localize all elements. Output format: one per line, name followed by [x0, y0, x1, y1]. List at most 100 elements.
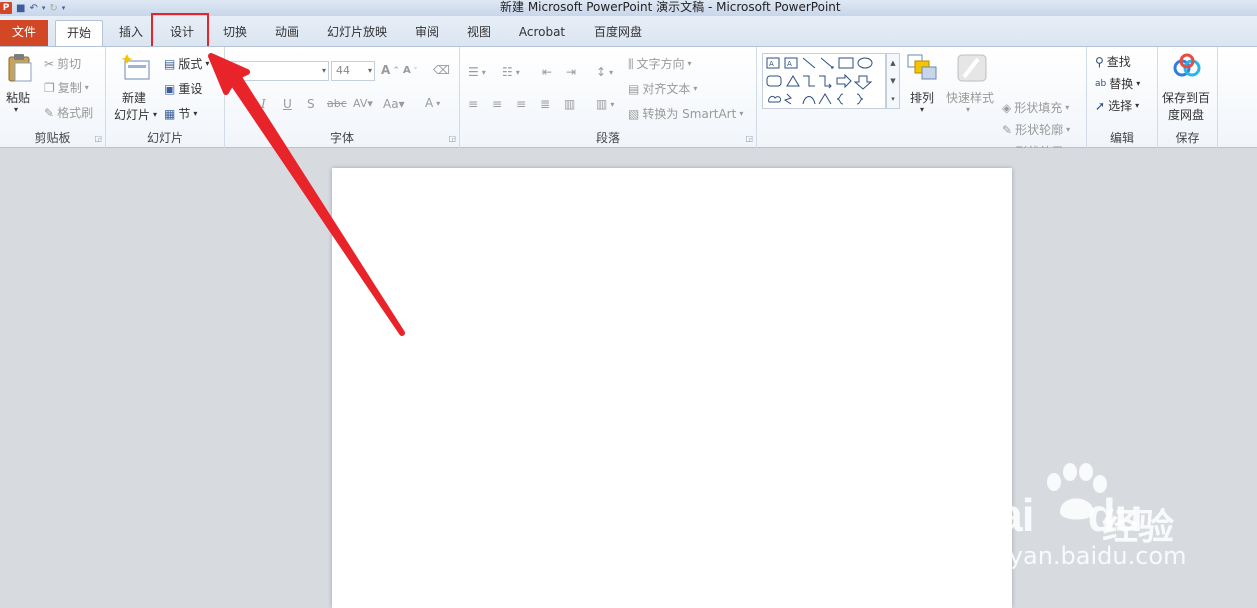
- paste-button[interactable]: 粘贴: [6, 89, 30, 106]
- font-color-icon[interactable]: A ▾: [425, 96, 440, 110]
- quick-styles-dropdown-icon[interactable]: ▾: [966, 105, 970, 114]
- italic-icon[interactable]: I: [261, 97, 266, 111]
- copy-button[interactable]: ❐ 复制 ▾: [44, 79, 89, 96]
- tab-transitions[interactable]: 切换: [214, 20, 256, 46]
- replace-dropdown-icon[interactable]: ▾: [1136, 79, 1140, 88]
- shapes-gallery[interactable]: A A: [762, 53, 886, 109]
- gallery-more-icon[interactable]: ▾: [891, 95, 895, 103]
- underline-icon[interactable]: U: [283, 97, 292, 111]
- smartart-dropdown-icon[interactable]: ▾: [739, 109, 743, 118]
- shape-outline-dropdown-icon[interactable]: ▾: [1066, 125, 1070, 134]
- powerpoint-logo-icon[interactable]: P: [0, 2, 12, 14]
- select-button[interactable]: ➚ 选择 ▾: [1095, 97, 1139, 114]
- decrease-indent-icon[interactable]: ⇤: [542, 65, 552, 79]
- save-baidu-label-1[interactable]: 保存到百: [1162, 89, 1210, 106]
- customize-qat-icon[interactable]: ▾: [62, 4, 66, 12]
- tab-view[interactable]: 视图: [458, 20, 500, 46]
- tab-home[interactable]: 开始: [55, 20, 103, 46]
- paste-icon[interactable]: [6, 53, 34, 86]
- baidu-cloud-icon[interactable]: [1172, 53, 1202, 84]
- reset-label: 重设: [178, 82, 203, 96]
- new-slide-dropdown-icon[interactable]: ▾: [153, 110, 157, 119]
- find-button[interactable]: ⚲ 查找: [1095, 53, 1131, 70]
- undo-icon[interactable]: ↶: [29, 3, 37, 14]
- distributed-icon[interactable]: ▥: [564, 97, 575, 111]
- layout-button[interactable]: ▤ 版式 ▾: [164, 55, 209, 72]
- align-left-icon[interactable]: ≡: [468, 97, 478, 111]
- shape-fill-dropdown-icon[interactable]: ▾: [1065, 103, 1069, 112]
- undo-dropdown-icon[interactable]: ▾: [42, 4, 46, 12]
- group-font: ▾ 44 ▾ A ^ Aˇ ⌫ I U S abc AV▾ Aa▾ A ▾ 字体 ◲: [225, 47, 460, 148]
- gallery-up-icon[interactable]: ▲: [890, 59, 895, 67]
- new-slide-icon[interactable]: [120, 53, 152, 86]
- format-painter-button[interactable]: ✎ 格式刷: [44, 104, 93, 121]
- arrange-icon[interactable]: [906, 53, 938, 86]
- increase-indent-icon[interactable]: ⇥: [566, 65, 576, 79]
- reset-button[interactable]: ▣ 重设: [164, 80, 202, 97]
- justify-icon[interactable]: ≣: [540, 97, 550, 111]
- shapes-gallery-scrollbar[interactable]: ▲ ▼ ▾: [886, 53, 900, 109]
- tab-acrobat[interactable]: Acrobat: [510, 20, 574, 46]
- char-spacing-icon[interactable]: AV▾: [353, 97, 373, 110]
- columns-icon[interactable]: ▥ ▾: [596, 97, 614, 111]
- clipboard-launcher-icon[interactable]: ◲: [94, 134, 102, 143]
- group-label-clipboard: 剪贴板: [34, 131, 71, 145]
- svg-text:A: A: [787, 60, 792, 68]
- new-slide-label-1[interactable]: 新建: [122, 89, 146, 106]
- align-right-icon[interactable]: ≡: [516, 97, 526, 111]
- select-dropdown-icon[interactable]: ▾: [1135, 101, 1139, 110]
- font-name-combobox[interactable]: ▾: [231, 61, 329, 81]
- save-icon[interactable]: ■: [16, 3, 25, 14]
- text-direction-icon: ⫼: [628, 56, 634, 71]
- copy-dropdown-icon[interactable]: ▾: [85, 83, 89, 92]
- font-size-combobox[interactable]: 44 ▾: [331, 61, 375, 81]
- group-label-save: 保存: [1175, 131, 1200, 145]
- new-slide-button[interactable]: 幻灯片 ▾: [114, 106, 157, 123]
- shape-outline-button[interactable]: ✎ 形状轮廓 ▾: [1002, 121, 1070, 138]
- replace-button[interactable]: ab 替换 ▾: [1095, 75, 1140, 92]
- section-dropdown-icon[interactable]: ▾: [193, 109, 197, 118]
- align-center-icon[interactable]: ≡: [492, 97, 502, 111]
- select-label: 选择: [1108, 99, 1133, 113]
- quick-styles-icon[interactable]: [956, 53, 988, 86]
- line-spacing-icon[interactable]: ↕ ▾: [596, 65, 613, 79]
- shadow-icon[interactable]: S: [307, 97, 315, 111]
- format-painter-label: 格式刷: [57, 106, 94, 120]
- tab-slideshow[interactable]: 幻灯片放映: [318, 20, 396, 46]
- brush-icon: ✎: [44, 105, 55, 120]
- paragraph-launcher-icon[interactable]: ◲: [745, 134, 753, 143]
- tab-file[interactable]: 文件: [0, 20, 48, 46]
- arrange-dropdown-icon[interactable]: ▾: [920, 105, 924, 114]
- strikethrough-icon[interactable]: abc: [327, 97, 347, 110]
- section-button[interactable]: ▦ 节 ▾: [164, 105, 197, 122]
- cut-button[interactable]: ✂ 剪切: [44, 55, 81, 72]
- save-baidu-label-2[interactable]: 度网盘: [1168, 106, 1204, 123]
- shrink-font-icon[interactable]: Aˇ: [403, 65, 417, 76]
- arrange-button[interactable]: 排列: [910, 89, 934, 106]
- bullets-icon[interactable]: ☰ ▾: [468, 65, 486, 79]
- font-name-dropdown-icon[interactable]: ▾: [322, 62, 326, 80]
- text-direction-dropdown-icon[interactable]: ▾: [688, 59, 692, 68]
- slide-canvas[interactable]: [332, 168, 1012, 608]
- tab-baidu-netdisk[interactable]: 百度网盘: [584, 20, 652, 46]
- layout-dropdown-icon[interactable]: ▾: [205, 59, 209, 68]
- tab-insert[interactable]: 插入: [110, 20, 152, 46]
- tab-review[interactable]: 审阅: [406, 20, 448, 46]
- font-size-dropdown-icon[interactable]: ▾: [368, 62, 372, 80]
- numbering-icon[interactable]: ☷ ▾: [502, 65, 520, 79]
- shape-fill-button[interactable]: ◈ 形状填充 ▾: [1002, 99, 1069, 116]
- redo-icon[interactable]: ↻: [49, 3, 57, 14]
- clear-formatting-icon[interactable]: ⌫: [433, 63, 450, 77]
- font-launcher-icon[interactable]: ◲: [448, 134, 456, 143]
- align-text-dropdown-icon[interactable]: ▾: [693, 84, 697, 93]
- quick-styles-button[interactable]: 快速样式: [946, 89, 994, 106]
- text-direction-button[interactable]: ⫼ 文字方向 ▾: [628, 55, 692, 72]
- shape-outline-label: 形状轮廓: [1015, 123, 1064, 137]
- convert-smartart-button[interactable]: ▧ 转换为 SmartArt ▾: [628, 105, 743, 122]
- grow-font-icon[interactable]: A ^: [381, 63, 399, 77]
- tab-animations[interactable]: 动画: [266, 20, 308, 46]
- gallery-down-icon[interactable]: ▼: [890, 77, 895, 85]
- align-text-button[interactable]: ▤ 对齐文本 ▾: [628, 80, 697, 97]
- paste-dropdown-icon[interactable]: ▾: [14, 105, 18, 114]
- change-case-icon[interactable]: Aa▾: [383, 97, 405, 111]
